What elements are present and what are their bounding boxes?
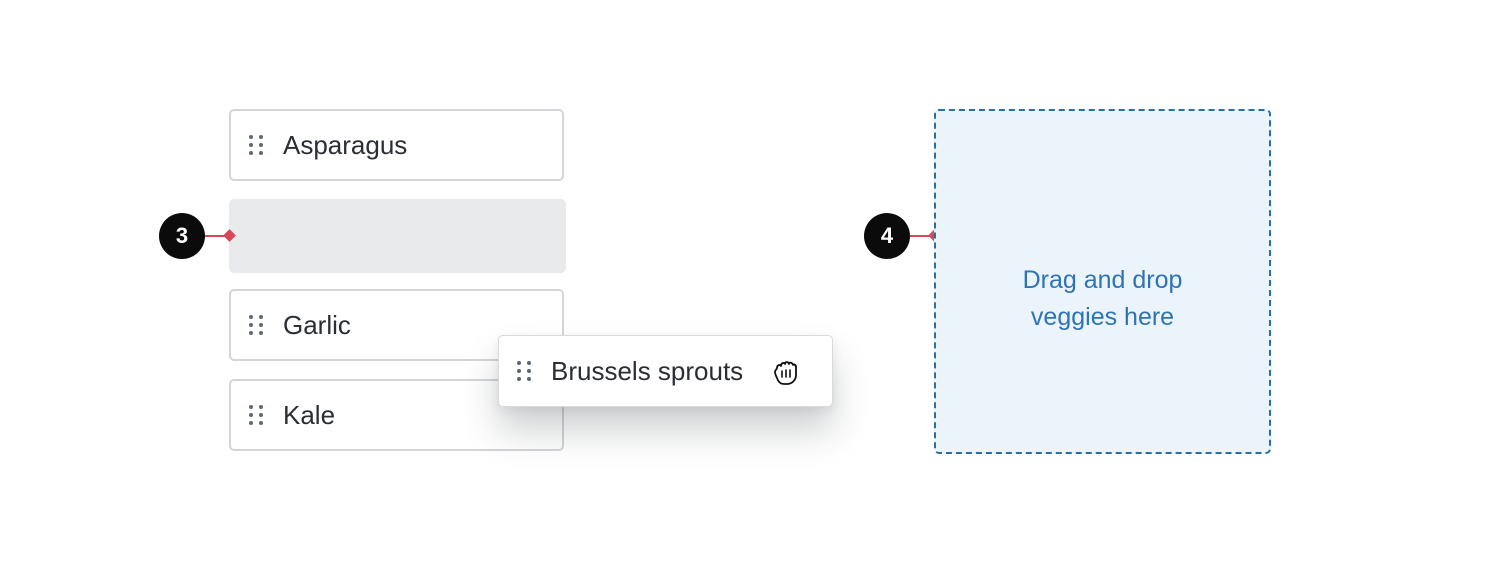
drag-handle-icon[interactable] <box>249 315 263 335</box>
list-item-label: Kale <box>283 399 336 430</box>
list-item-asparagus[interactable]: Asparagus <box>229 109 564 181</box>
drop-zone[interactable]: Drag and drop veggies here <box>934 109 1271 454</box>
drop-zone-instructions: Drag and drop veggies here <box>1022 265 1183 331</box>
list-item-label: Asparagus <box>283 129 408 160</box>
drag-handle-icon[interactable] <box>249 405 263 425</box>
annotation-marker: 4 <box>864 213 910 259</box>
list-item-label: Garlic <box>283 309 351 340</box>
dragging-item-label: Brussels sprouts <box>551 355 744 386</box>
drag-handle-icon[interactable] <box>249 135 263 155</box>
drop-placeholder-slot <box>229 199 566 273</box>
drag-handle-icon[interactable] <box>517 361 531 381</box>
annotation-marker: 3 <box>159 213 205 259</box>
grab-hand-icon <box>774 361 797 385</box>
